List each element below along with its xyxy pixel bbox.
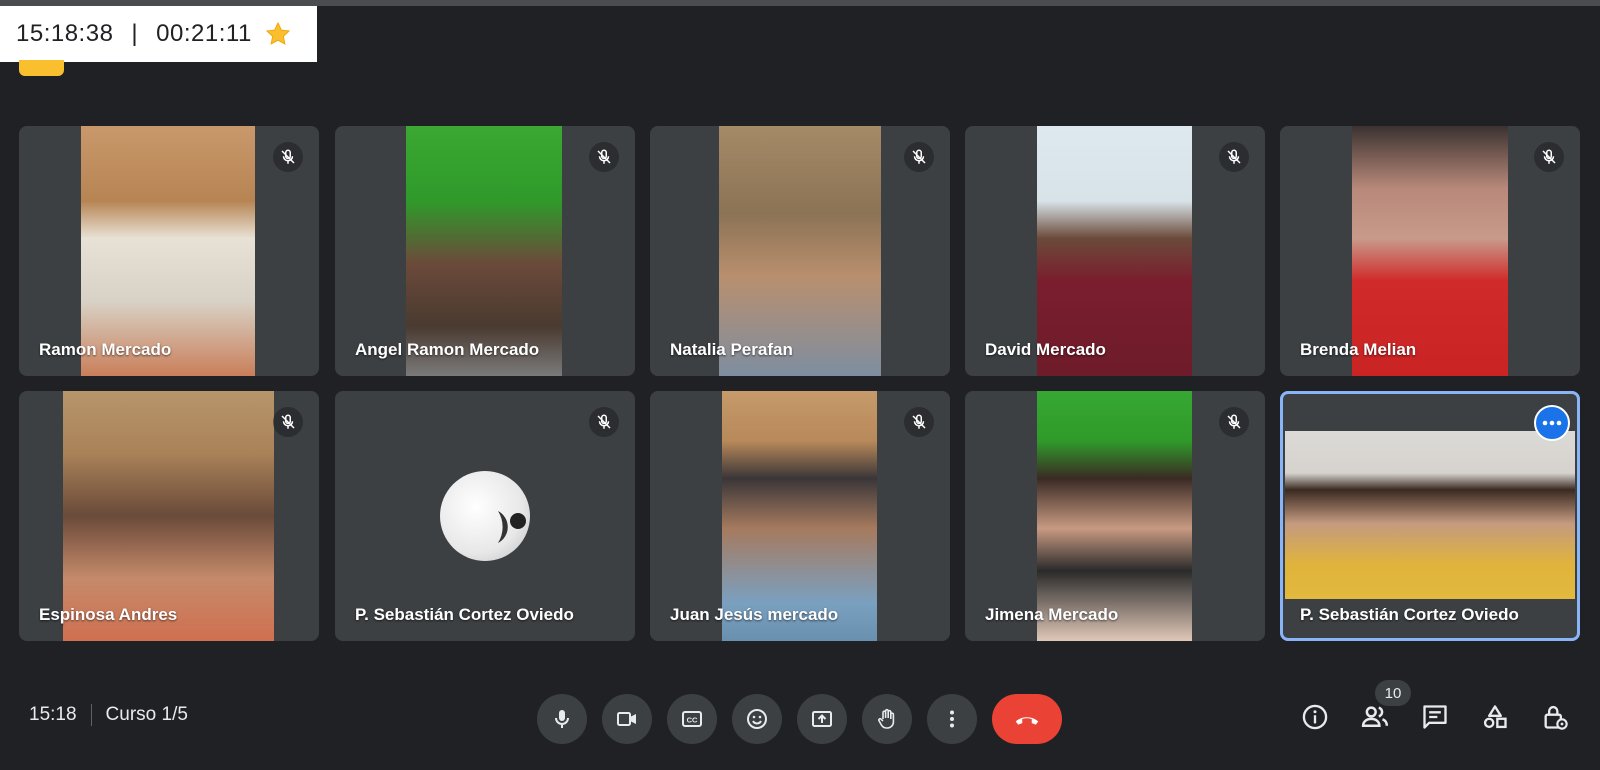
participant-tile[interactable]: P. Sebastián Cortez Oviedo bbox=[335, 391, 635, 641]
reactions-button[interactable] bbox=[732, 694, 782, 744]
participant-tile[interactable]: Natalia Perafan bbox=[650, 126, 950, 376]
star-icon[interactable] bbox=[264, 20, 292, 48]
mic-off-icon bbox=[273, 142, 303, 172]
participant-tile-self[interactable]: P. Sebastián Cortez Oviedo bbox=[1280, 391, 1580, 641]
raise-hand-icon bbox=[878, 708, 895, 729]
participant-name: Brenda Melian bbox=[1300, 340, 1417, 359]
avatar bbox=[440, 471, 530, 561]
participant-name: Jimena Mercado bbox=[985, 605, 1119, 624]
participant-name: Ramon Mercado bbox=[39, 340, 172, 359]
emoji-icon bbox=[747, 709, 767, 729]
video-feed bbox=[1037, 126, 1192, 376]
avatar-emblem-icon bbox=[498, 511, 526, 543]
participant-name: Espinosa Andres bbox=[39, 605, 178, 624]
host-controls-icon bbox=[1544, 705, 1568, 730]
chat-button[interactable] bbox=[1418, 700, 1452, 734]
info-icon bbox=[1302, 704, 1328, 730]
participant-name: P. Sebastián Cortez Oviedo bbox=[1300, 605, 1519, 624]
participant-tile[interactable]: Ramon Mercado bbox=[19, 126, 319, 376]
participant-name: Juan Jesús mercado bbox=[670, 605, 839, 624]
mic-off-icon bbox=[1534, 142, 1564, 172]
participant-tile[interactable]: Angel Ramon Mercado bbox=[335, 126, 635, 376]
microphone-button[interactable] bbox=[537, 694, 587, 744]
participant-tile[interactable]: Juan Jesús mercado bbox=[650, 391, 950, 641]
video-feed bbox=[406, 126, 562, 376]
captions-icon: CC bbox=[682, 711, 702, 727]
more-options-button[interactable] bbox=[1534, 405, 1570, 441]
current-time: 15:18:38 bbox=[16, 20, 114, 47]
mic-off-icon bbox=[904, 142, 934, 172]
participant-tile[interactable]: Brenda Melian bbox=[1280, 126, 1580, 376]
mic-off-icon bbox=[1219, 142, 1249, 172]
participant-tile[interactable]: David Mercado bbox=[965, 126, 1265, 376]
svg-text:CC: CC bbox=[687, 716, 698, 725]
video-feed bbox=[719, 126, 881, 376]
timer-overlay: 15:18:38 | 00:21:11 bbox=[0, 6, 317, 62]
chat-icon bbox=[1423, 705, 1447, 729]
more-options-icon bbox=[950, 710, 954, 728]
footer-time: 15:18 bbox=[29, 704, 77, 725]
elapsed-time: 00:21:11 bbox=[156, 20, 252, 47]
video-feed bbox=[63, 391, 274, 641]
participant-name: P. Sebastián Cortez Oviedo bbox=[355, 605, 574, 624]
divider bbox=[90, 704, 92, 726]
video-feed bbox=[81, 126, 255, 376]
microphone-icon bbox=[555, 710, 569, 728]
mic-off-icon bbox=[589, 142, 619, 172]
participant-name: Natalia Perafan bbox=[670, 340, 793, 359]
meeting-name: Curso 1/5 bbox=[105, 704, 188, 725]
participant-count-badge: 10 bbox=[1375, 680, 1411, 706]
video-feed bbox=[1352, 126, 1508, 376]
video-feed bbox=[1037, 391, 1192, 641]
camera-icon bbox=[617, 712, 636, 726]
participant-name: David Mercado bbox=[985, 340, 1106, 359]
participant-tile[interactable]: Jimena Mercado bbox=[965, 391, 1265, 641]
presentation-tab[interactable] bbox=[19, 60, 64, 76]
present-icon bbox=[812, 711, 832, 727]
people-icon bbox=[1361, 706, 1389, 727]
more-horizontal-icon bbox=[1542, 420, 1562, 426]
camera-button[interactable] bbox=[602, 694, 652, 744]
mic-off-icon bbox=[273, 407, 303, 437]
meeting-details: 15:18 Curso 1/5 bbox=[29, 704, 188, 726]
meeting-details-button[interactable] bbox=[1298, 700, 1332, 734]
raise-hand-button[interactable] bbox=[862, 694, 912, 744]
more-options-button[interactable] bbox=[927, 694, 977, 744]
end-call-icon bbox=[1015, 717, 1039, 725]
participant-name: Angel Ramon Mercado bbox=[355, 340, 540, 359]
mic-off-icon bbox=[904, 407, 934, 437]
captions-button[interactable]: CC bbox=[667, 694, 717, 744]
call-controls-bar: 15:18 Curso 1/5 CC bbox=[0, 682, 1600, 758]
video-feed bbox=[1285, 431, 1575, 599]
leave-call-button[interactable] bbox=[992, 694, 1062, 744]
video-feed bbox=[722, 391, 877, 641]
timer-separator: | bbox=[131, 20, 139, 47]
activities-icon bbox=[1483, 705, 1507, 729]
participant-tile[interactable]: Espinosa Andres bbox=[19, 391, 319, 641]
mic-off-icon bbox=[589, 407, 619, 437]
mic-off-icon bbox=[1219, 407, 1249, 437]
activities-button[interactable] bbox=[1478, 700, 1512, 734]
host-controls-button[interactable] bbox=[1538, 700, 1572, 734]
present-button[interactable] bbox=[797, 694, 847, 744]
